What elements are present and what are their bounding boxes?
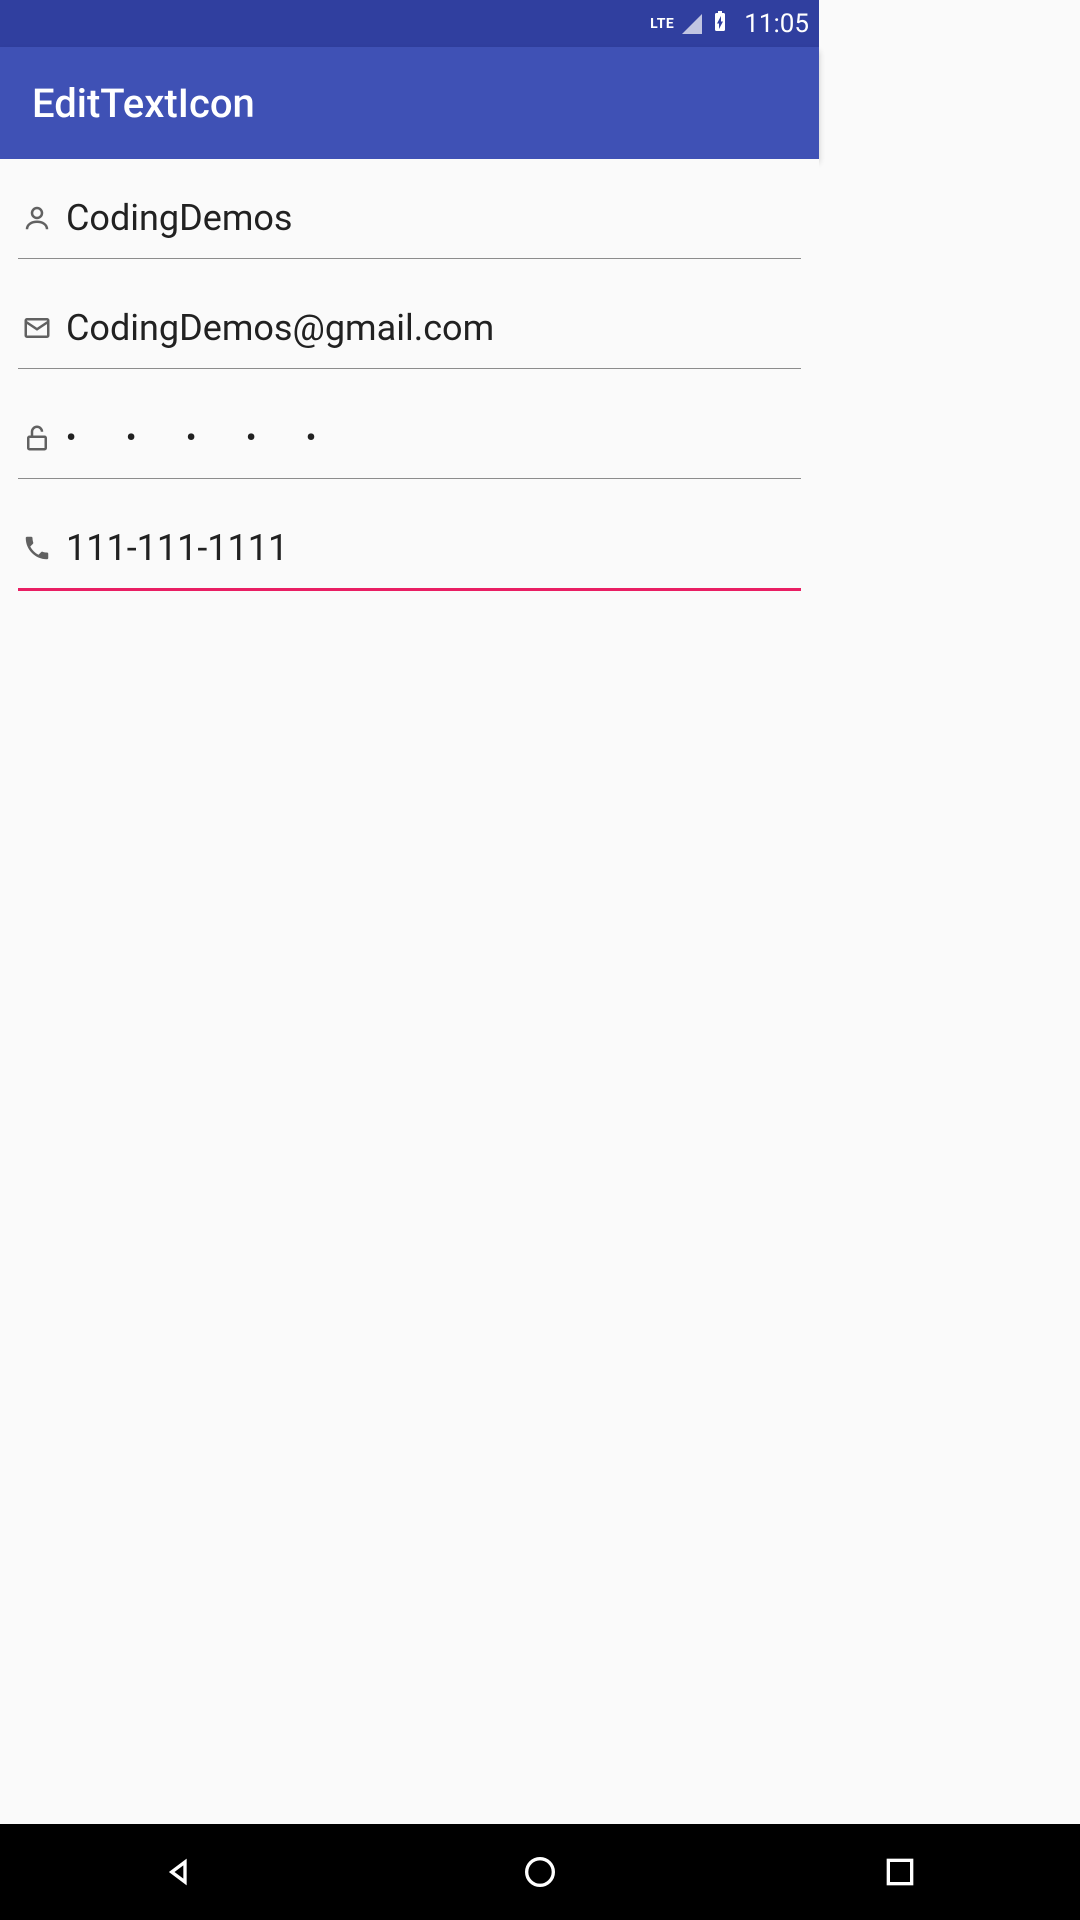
name-input-row[interactable] xyxy=(18,177,801,259)
password-field[interactable] xyxy=(66,421,801,454)
person-icon xyxy=(18,199,56,237)
signal-icon xyxy=(682,14,702,34)
back-button[interactable] xyxy=(150,1842,210,1902)
app-title: EditTextIcon xyxy=(32,80,255,127)
recent-apps-button[interactable] xyxy=(870,1842,930,1902)
phone-input-row[interactable] xyxy=(18,507,801,591)
form-content xyxy=(0,159,819,591)
phone-icon xyxy=(18,529,56,567)
home-button[interactable] xyxy=(510,1842,570,1902)
network-type: LTE xyxy=(650,16,674,32)
status-time: 11:05 xyxy=(744,9,809,39)
email-field[interactable] xyxy=(66,307,801,349)
name-field[interactable] xyxy=(66,197,801,239)
password-input-row[interactable] xyxy=(18,397,801,479)
phone-field[interactable] xyxy=(66,527,801,569)
status-bar: LTE 11:05 xyxy=(0,0,819,47)
email-input-row[interactable] xyxy=(18,287,801,369)
mail-icon xyxy=(18,309,56,347)
app-bar: EditTextIcon xyxy=(0,47,819,159)
status-right: LTE 11:05 xyxy=(650,9,809,39)
lock-icon xyxy=(18,419,56,457)
navigation-bar xyxy=(0,1824,1080,1920)
battery-icon xyxy=(708,9,732,39)
